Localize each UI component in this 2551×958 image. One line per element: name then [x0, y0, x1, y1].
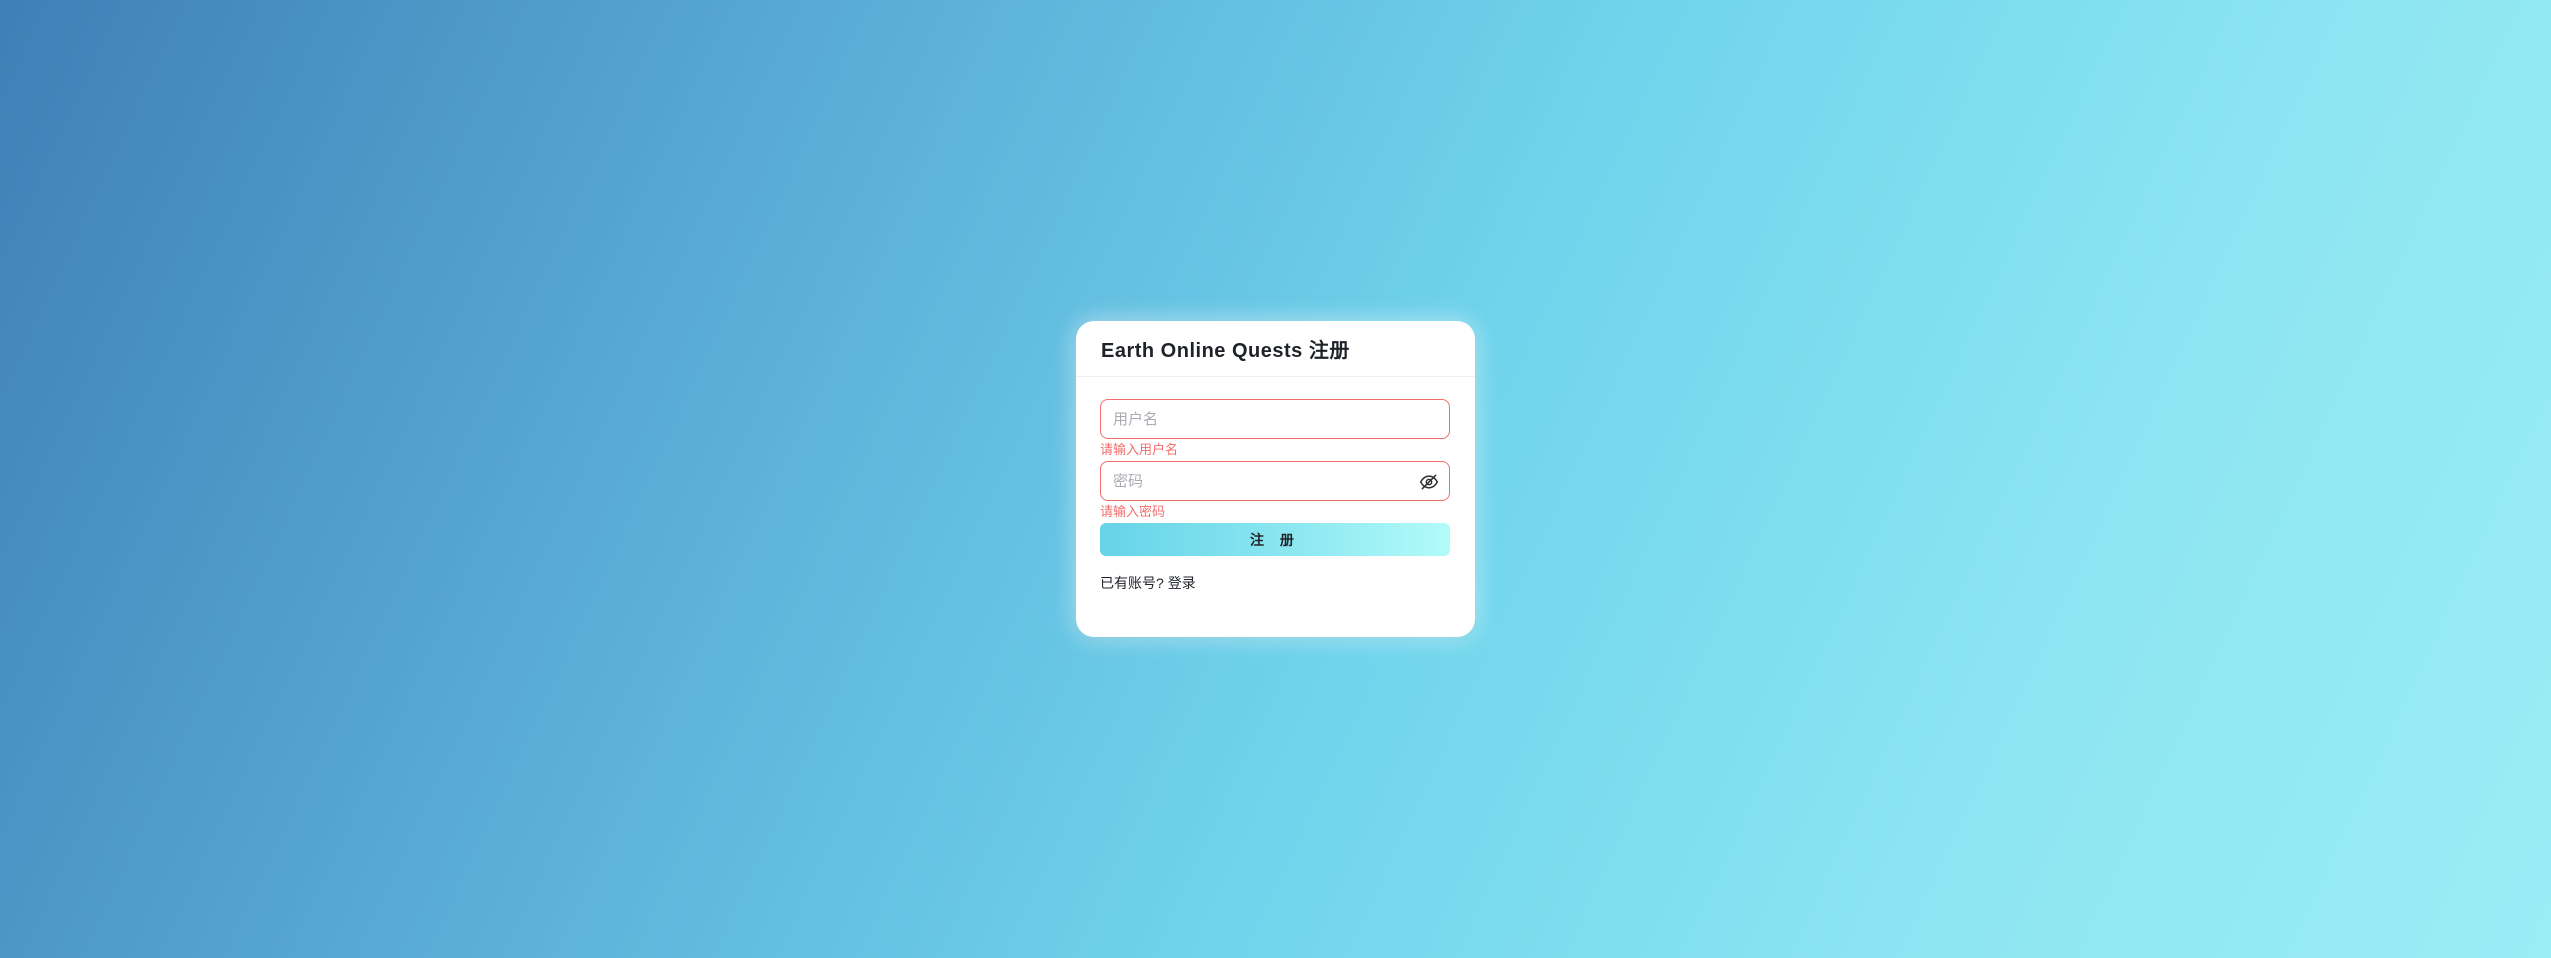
- username-field-wrapper: [1100, 399, 1450, 439]
- username-input[interactable]: [1101, 400, 1449, 438]
- password-input[interactable]: [1101, 462, 1449, 500]
- password-error: 请输入密码: [1100, 504, 1166, 519]
- username-error: 请输入用户名: [1100, 442, 1179, 457]
- login-link[interactable]: 登录: [1168, 575, 1196, 591]
- login-prompt-text: 已有账号?: [1100, 575, 1164, 591]
- register-card: Earth Online Quests 注册 请输入用户名 请输入密码 注 册 …: [1076, 321, 1475, 637]
- password-field-wrapper: [1100, 461, 1450, 501]
- register-button[interactable]: 注 册: [1100, 523, 1450, 556]
- page-title: Earth Online Quests 注册: [1101, 340, 1350, 362]
- login-prompt: 已有账号? 登录: [1100, 573, 1451, 593]
- card-header: Earth Online Quests 注册: [1076, 321, 1475, 377]
- register-form: 请输入用户名 请输入密码 注 册 已有账号? 登录: [1076, 377, 1475, 593]
- eye-off-icon[interactable]: [1419, 472, 1439, 492]
